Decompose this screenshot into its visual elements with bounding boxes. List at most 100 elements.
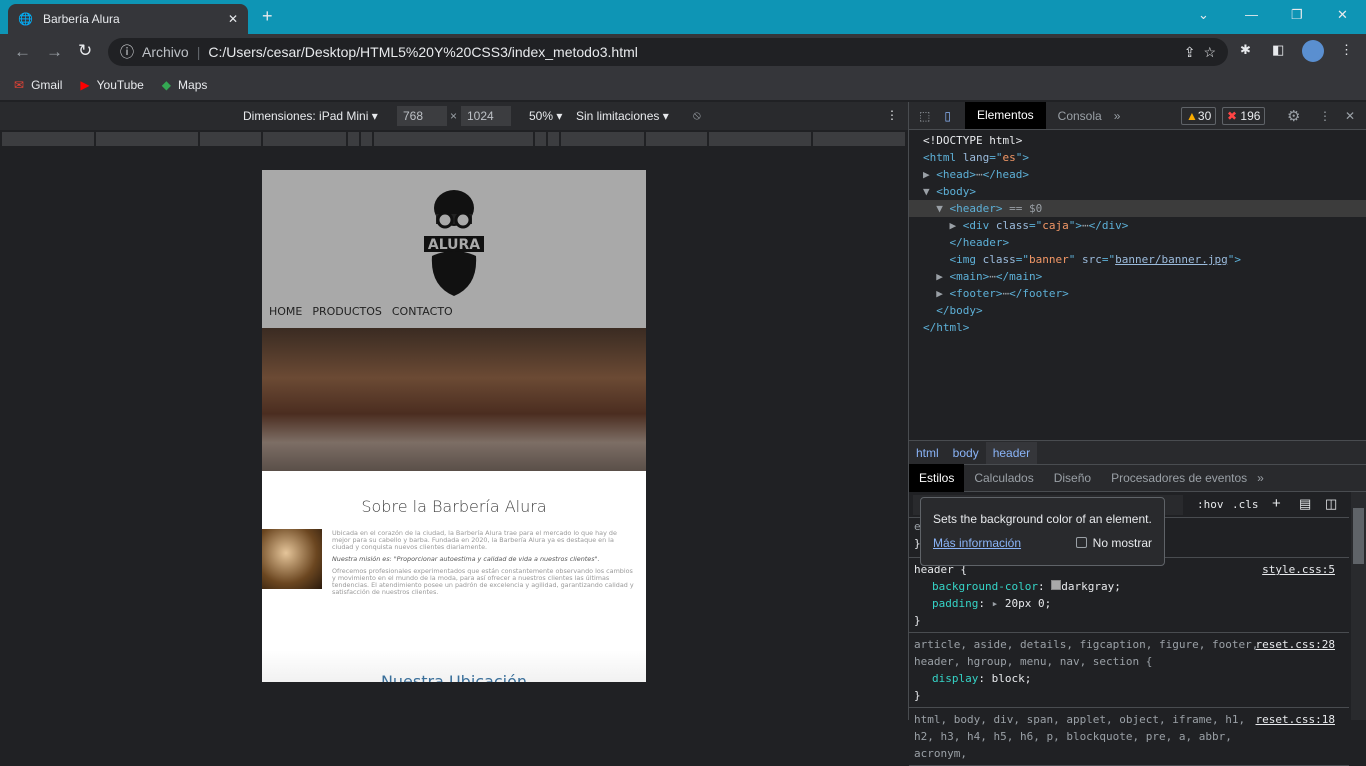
site-nav: HOME PRODUCTOS CONTACTO xyxy=(269,305,453,318)
nav-productos[interactable]: PRODUCTOS xyxy=(312,305,382,318)
settings-icon[interactable]: ⚙ xyxy=(1287,107,1300,125)
tab-estilos[interactable]: Estilos xyxy=(909,464,965,492)
checkbox-label: No mostrar xyxy=(1092,536,1152,550)
more-tabs-icon[interactable]: » xyxy=(1114,109,1121,123)
file-label: Archivo xyxy=(142,44,189,60)
dom-node-line[interactable]: ▶ <div class="caja">⋯</div> xyxy=(909,217,1366,234)
tab-search-button[interactable]: ⌄ xyxy=(1198,7,1209,23)
code-token: </html> xyxy=(923,321,970,334)
browser-tab[interactable]: 🌐 Barbería Alura ✕ xyxy=(8,4,248,34)
menu-icon[interactable]: ⋮ xyxy=(1340,42,1353,58)
close-devtools-icon[interactable]: ✕ xyxy=(1345,109,1355,123)
property-value: block xyxy=(991,672,1025,685)
code-token[interactable]: banner/banner.jpg xyxy=(1115,253,1228,266)
dom-node-line[interactable]: <html lang="es"> xyxy=(909,149,1366,166)
dom-node-line[interactable]: </body> xyxy=(909,302,1366,319)
throttle-select[interactable]: Sin limitaciones ▾ xyxy=(576,109,669,123)
bookmark-gmail[interactable]: ✉ Gmail xyxy=(14,78,62,92)
reload-icon[interactable]: ↻ xyxy=(78,41,92,61)
code-token: <!DOCTYPE html> xyxy=(923,134,1023,147)
new-tab-button[interactable]: + xyxy=(262,6,273,27)
device-toggle-icon[interactable]: ▯ xyxy=(944,109,951,123)
bookmark-youtube[interactable]: ▶ YouTube xyxy=(80,78,143,92)
nav-home[interactable]: HOME xyxy=(269,305,302,318)
code-token: =" xyxy=(1029,219,1043,232)
inspect-icon[interactable]: ⬚ xyxy=(919,109,930,123)
dom-node-line[interactable]: ▶ <head>⋯</head> xyxy=(909,166,1366,183)
more-tabs-icon[interactable]: » xyxy=(1257,471,1264,485)
tab-consola[interactable]: Consola xyxy=(1046,109,1114,123)
dom-tree: <!DOCTYPE html> <html lang="es"> ▶ <head>⋯… xyxy=(909,130,1366,336)
hov-button[interactable]: :hov xyxy=(1197,496,1224,513)
crumb-html[interactable]: html xyxy=(909,446,946,460)
rule-selector: html, body, div, span, applet, object, i… xyxy=(914,713,1246,760)
share-icon[interactable]: ⇪ xyxy=(1184,44,1196,61)
code-token: ▼ xyxy=(923,202,950,215)
paint-icon[interactable]: ▤ xyxy=(1299,496,1311,512)
dom-node-line[interactable]: <!DOCTYPE html> xyxy=(909,132,1366,149)
devtools-tabs: ⬚ ▯ Elementos Consola » ▲30 ✖ 196 ⚙ ⋮ ✕ xyxy=(909,102,1366,130)
dom-node-line[interactable]: <img class="banner" src="banner/banner.j… xyxy=(909,251,1366,268)
tab-diseno[interactable]: Diseño xyxy=(1044,471,1101,485)
color-swatch[interactable] xyxy=(1051,580,1062,590)
avatar[interactable] xyxy=(1302,40,1324,62)
dom-node-line[interactable]: ▼ <body> xyxy=(909,183,1366,200)
crumb-header[interactable]: header xyxy=(985,441,1038,464)
more-info-link[interactable]: Más información xyxy=(933,536,1021,550)
close-tab-icon[interactable]: ✕ xyxy=(228,12,238,26)
rotate-icon[interactable]: ⦸ xyxy=(693,108,701,123)
code-token: <header> xyxy=(949,202,1003,215)
tab-calculados[interactable]: Calculados xyxy=(964,471,1043,485)
code-token: " xyxy=(1068,253,1082,266)
tab-eventos[interactable]: Procesadores de eventos xyxy=(1101,471,1257,485)
rule-source-link[interactable]: reset.css:28 xyxy=(1256,636,1335,653)
divider: | xyxy=(196,44,201,60)
back-icon[interactable]: ← xyxy=(14,42,31,62)
extensions-icon[interactable]: ✱ xyxy=(1240,42,1251,58)
css-declaration[interactable]: background-color: darkgray; xyxy=(914,578,1335,595)
media-query-ruler[interactable] xyxy=(0,130,908,148)
tab-elementos[interactable]: Elementos xyxy=(964,102,1046,129)
minimize-button[interactable]: — xyxy=(1245,7,1258,22)
devtools-menu-icon[interactable]: ⋮ xyxy=(1319,109,1331,123)
tab-strip: 🌐 Barbería Alura ✕ + ⌄ — ❐ ✕ xyxy=(0,0,1366,34)
close-window-button[interactable]: ✕ xyxy=(1337,7,1348,23)
dom-node-line[interactable]: </html> xyxy=(909,319,1366,336)
code-token: ▶ xyxy=(923,270,950,283)
crumb-body[interactable]: body xyxy=(946,446,986,460)
dom-node-line[interactable]: ▼ <header> == $0 xyxy=(909,200,1366,217)
dont-show-checkbox[interactable]: No mostrar xyxy=(1075,536,1152,550)
cls-button[interactable]: .cls xyxy=(1232,496,1259,513)
expand-icon[interactable]: ▸ xyxy=(992,597,1005,610)
dom-node-line[interactable]: ▶ <footer>⋯</footer> xyxy=(909,285,1366,302)
address-bar[interactable]: ⓘ Archivo | C:/Users/cesar/Desktop/HTML5… xyxy=(108,38,1228,66)
code-token: =" xyxy=(1101,253,1116,266)
warnings-badge[interactable]: ▲30 xyxy=(1181,106,1217,125)
new-rule-icon[interactable]: + xyxy=(1272,495,1281,512)
css-declaration[interactable]: padding: ▸ 20px 0; xyxy=(914,595,1335,612)
forward-icon[interactable]: → xyxy=(46,42,63,62)
zoom-select[interactable]: 50% ▾ xyxy=(529,109,562,123)
css-rule: html, body, div, span, applet, object, i… xyxy=(909,708,1349,766)
nav-contacto[interactable]: CONTACTO xyxy=(392,305,453,318)
styles-scrollbar[interactable] xyxy=(1351,492,1366,720)
device-viewport[interactable]: ALURA HOME PRODUCTOS CONTACTO Sobre la B… xyxy=(262,170,646,682)
restore-button[interactable]: ❐ xyxy=(1291,7,1303,23)
dom-node-line[interactable]: </header> xyxy=(909,234,1366,251)
sidebar-toggle-icon[interactable]: ◫ xyxy=(1325,496,1337,512)
css-declaration[interactable]: display: block; xyxy=(914,670,1335,687)
bookmark-maps[interactable]: ◆ Maps xyxy=(162,78,208,92)
height-input[interactable]: 1024 xyxy=(461,106,511,126)
rule-source-link[interactable]: style.css:5 xyxy=(1262,561,1335,578)
code-token: </header> xyxy=(949,236,1010,249)
banner-image xyxy=(262,328,646,471)
code-token: lang xyxy=(962,151,990,164)
more-options-icon[interactable]: ⋮ xyxy=(886,108,898,122)
side-panel-icon[interactable]: ◧ xyxy=(1272,42,1284,58)
errors-badge[interactable]: ✖ 196 xyxy=(1222,106,1266,125)
width-input[interactable]: 768 xyxy=(397,106,447,126)
dom-node-line[interactable]: ▶ <main>⋯</main> xyxy=(909,268,1366,285)
globe-icon: 🌐 xyxy=(18,12,33,26)
bookmark-star-icon[interactable]: ☆ xyxy=(1203,44,1216,61)
device-select[interactable]: Dimensiones: iPad Mini ▾ xyxy=(243,109,378,123)
